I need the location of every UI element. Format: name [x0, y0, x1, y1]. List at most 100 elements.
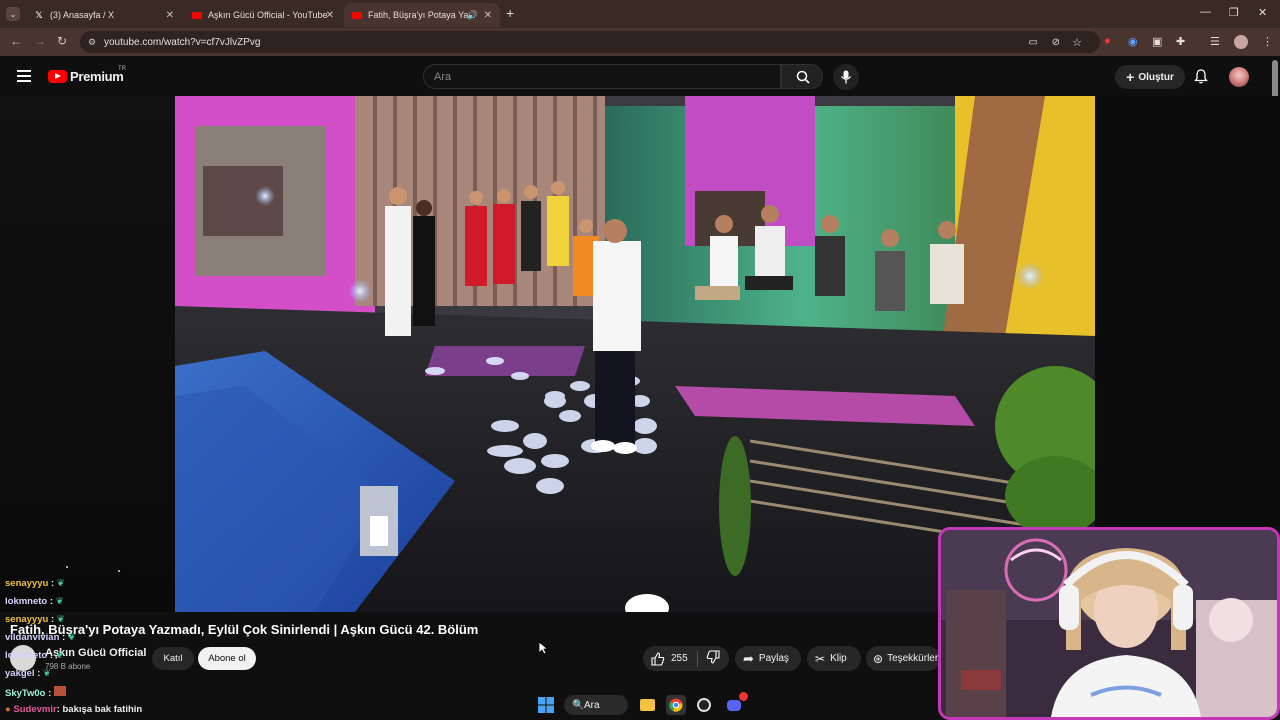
chat-message: yakgel : ❦	[5, 668, 51, 679]
badge-icon: ●	[5, 704, 11, 715]
emote-icon: ❦	[55, 596, 64, 607]
search-placeholder: Ara	[434, 71, 452, 83]
clip-button[interactable]: ✂ Klip	[807, 646, 861, 671]
like-button[interactable]: 255	[643, 651, 697, 666]
record-extension-icon[interactable]: ●	[1104, 35, 1111, 47]
webcam-overlay	[938, 527, 1280, 720]
reload-icon[interactable]: ↻	[57, 34, 67, 48]
address-bar[interactable]: ⚙ youtube.com/watch?v=cf7vJlvZPvg ▭ ⊘ ☆	[80, 31, 1100, 53]
thumbs-down-icon	[706, 650, 720, 664]
youtube-favicon-icon	[352, 10, 362, 20]
chat-message: senayyyu : ❦	[5, 614, 65, 625]
tab-list-dropdown-button[interactable]: ⌄	[6, 7, 20, 21]
chat-username: lokmneto	[5, 650, 48, 661]
thumbs-up-icon	[651, 651, 665, 666]
extension-icon-2[interactable]: ▣	[1152, 35, 1162, 48]
emote-icon: ❦	[67, 632, 76, 643]
voice-search-button[interactable]	[833, 64, 859, 90]
close-tab-icon[interactable]: ✕	[484, 10, 492, 21]
back-icon[interactable]: ←	[10, 34, 22, 48]
discord-icon[interactable]	[724, 692, 748, 715]
hamburger-menu-icon[interactable]	[17, 70, 31, 82]
chat-username: lokmneto	[5, 596, 48, 607]
close-tab-icon[interactable]: ✕	[326, 10, 334, 21]
region-code: TR	[118, 66, 126, 72]
site-info-icon[interactable]: ⚙	[88, 37, 96, 48]
emote-icon: ❦	[56, 578, 65, 589]
tab-youtube-channel[interactable]: Aşkın Gücü Official - YouTube ✕	[184, 3, 342, 27]
subscribe-label: Abone ol	[208, 653, 246, 664]
account-avatar[interactable]	[1229, 67, 1249, 87]
search-icon	[796, 70, 810, 84]
audio-playing-icon[interactable]: 🔊	[467, 10, 478, 21]
restore-button[interactable]: ❐	[1229, 6, 1239, 19]
notification-badge	[739, 692, 748, 701]
emote-icon: ❦	[55, 650, 64, 661]
chat-text: : bakışa bak fatihin	[56, 704, 143, 715]
mouse-cursor-icon	[538, 641, 548, 655]
page-right-area	[1095, 96, 1280, 526]
chrome-icon[interactable]	[666, 695, 686, 715]
browser-tab-bar: ⌄ 𝕏 (3) Anasayfa / X ✕ Aşkın Gücü Offici…	[0, 0, 1280, 28]
subscriber-count: 798 B abone	[45, 662, 91, 671]
subscribe-button[interactable]: Abone ol	[198, 647, 256, 670]
microphone-icon	[840, 70, 852, 84]
chat-text: :	[62, 632, 66, 643]
close-window-button[interactable]: ✕	[1258, 6, 1267, 19]
cast-icon[interactable]: ▭	[1029, 37, 1038, 48]
youtube-play-icon	[48, 70, 67, 83]
dislike-button[interactable]	[698, 650, 720, 667]
profile-avatar-icon[interactable]	[1234, 35, 1248, 49]
eye-off-icon[interactable]: ⊘	[1052, 37, 1060, 48]
plus-icon: +	[1126, 69, 1135, 85]
chat-message: lokmneto : ❦	[5, 650, 64, 661]
audio-extension-icon[interactable]: ◉	[1128, 35, 1138, 48]
thanks-button[interactable]: ⊛ Teşekkürler	[866, 646, 940, 671]
reading-list-icon[interactable]: ☰	[1210, 35, 1220, 48]
youtube-favicon-icon	[192, 10, 202, 20]
chat-username: SkyTw0o	[5, 688, 46, 699]
like-count: 255	[671, 653, 688, 664]
extensions-puzzle-icon[interactable]: ✚	[1176, 35, 1185, 48]
tab-x-home[interactable]: 𝕏 (3) Anasayfa / X ✕	[26, 3, 182, 27]
bookmark-star-icon[interactable]: ☆	[1072, 36, 1082, 49]
emote-icon: ❦	[56, 614, 65, 625]
search-icon: 🔍	[572, 699, 585, 711]
windows-taskbar: 🔍 Ara	[530, 690, 760, 720]
create-button[interactable]: + Oluştur	[1115, 65, 1185, 89]
youtube-premium-logo[interactable]: Premium TR	[48, 66, 126, 84]
taskbar-search-button[interactable]: 🔍 Ara	[564, 695, 628, 715]
browser-menu-icon[interactable]: ⋮	[1262, 35, 1273, 48]
windows-start-icon[interactable]	[536, 695, 556, 715]
chat-text: :	[49, 650, 54, 661]
like-dislike-group: 255	[643, 646, 729, 671]
share-label: Paylaş	[758, 653, 789, 664]
emote-icon: ❦	[43, 668, 51, 679]
chat-username: senayyyu	[5, 614, 49, 625]
chat-text: :	[50, 614, 55, 625]
sparkle-decoration	[66, 566, 68, 568]
tab-label: Aşkın Gücü Official - YouTube	[208, 10, 328, 20]
new-tab-button[interactable]: +	[506, 5, 514, 21]
share-button[interactable]: ➦ Paylaş	[735, 646, 801, 671]
obs-icon[interactable]	[694, 695, 714, 715]
webcam-feed	[941, 530, 1277, 717]
notifications-bell-icon[interactable]	[1194, 69, 1208, 84]
search-button[interactable]	[781, 64, 823, 89]
chat-message: SkyTw0o :	[5, 686, 66, 699]
chat-username: Sudevmir	[13, 704, 57, 715]
forward-icon[interactable]: →	[34, 34, 46, 48]
join-button[interactable]: Katıl	[152, 647, 194, 670]
tab-label: (3) Anasayfa / X	[50, 10, 115, 20]
close-tab-icon[interactable]: ✕	[166, 10, 174, 21]
thanks-label: Teşekkürler	[887, 653, 939, 664]
tab-current-video[interactable]: Fatih, Büşra'yı Potaya Yazma 🔊 ✕	[344, 3, 500, 27]
search-input[interactable]: Ara	[423, 64, 781, 89]
join-label: Katıl	[163, 653, 183, 664]
scissors-icon: ✂	[815, 651, 826, 666]
chat-message: ● Sudevmir: bakışa bak fatihin	[5, 704, 142, 715]
url-text: youtube.com/watch?v=cf7vJlvZPvg	[104, 36, 261, 48]
file-explorer-icon[interactable]	[637, 695, 657, 715]
minimize-button[interactable]: —	[1200, 6, 1211, 18]
chat-message: senayyyu : ❦	[5, 578, 65, 589]
